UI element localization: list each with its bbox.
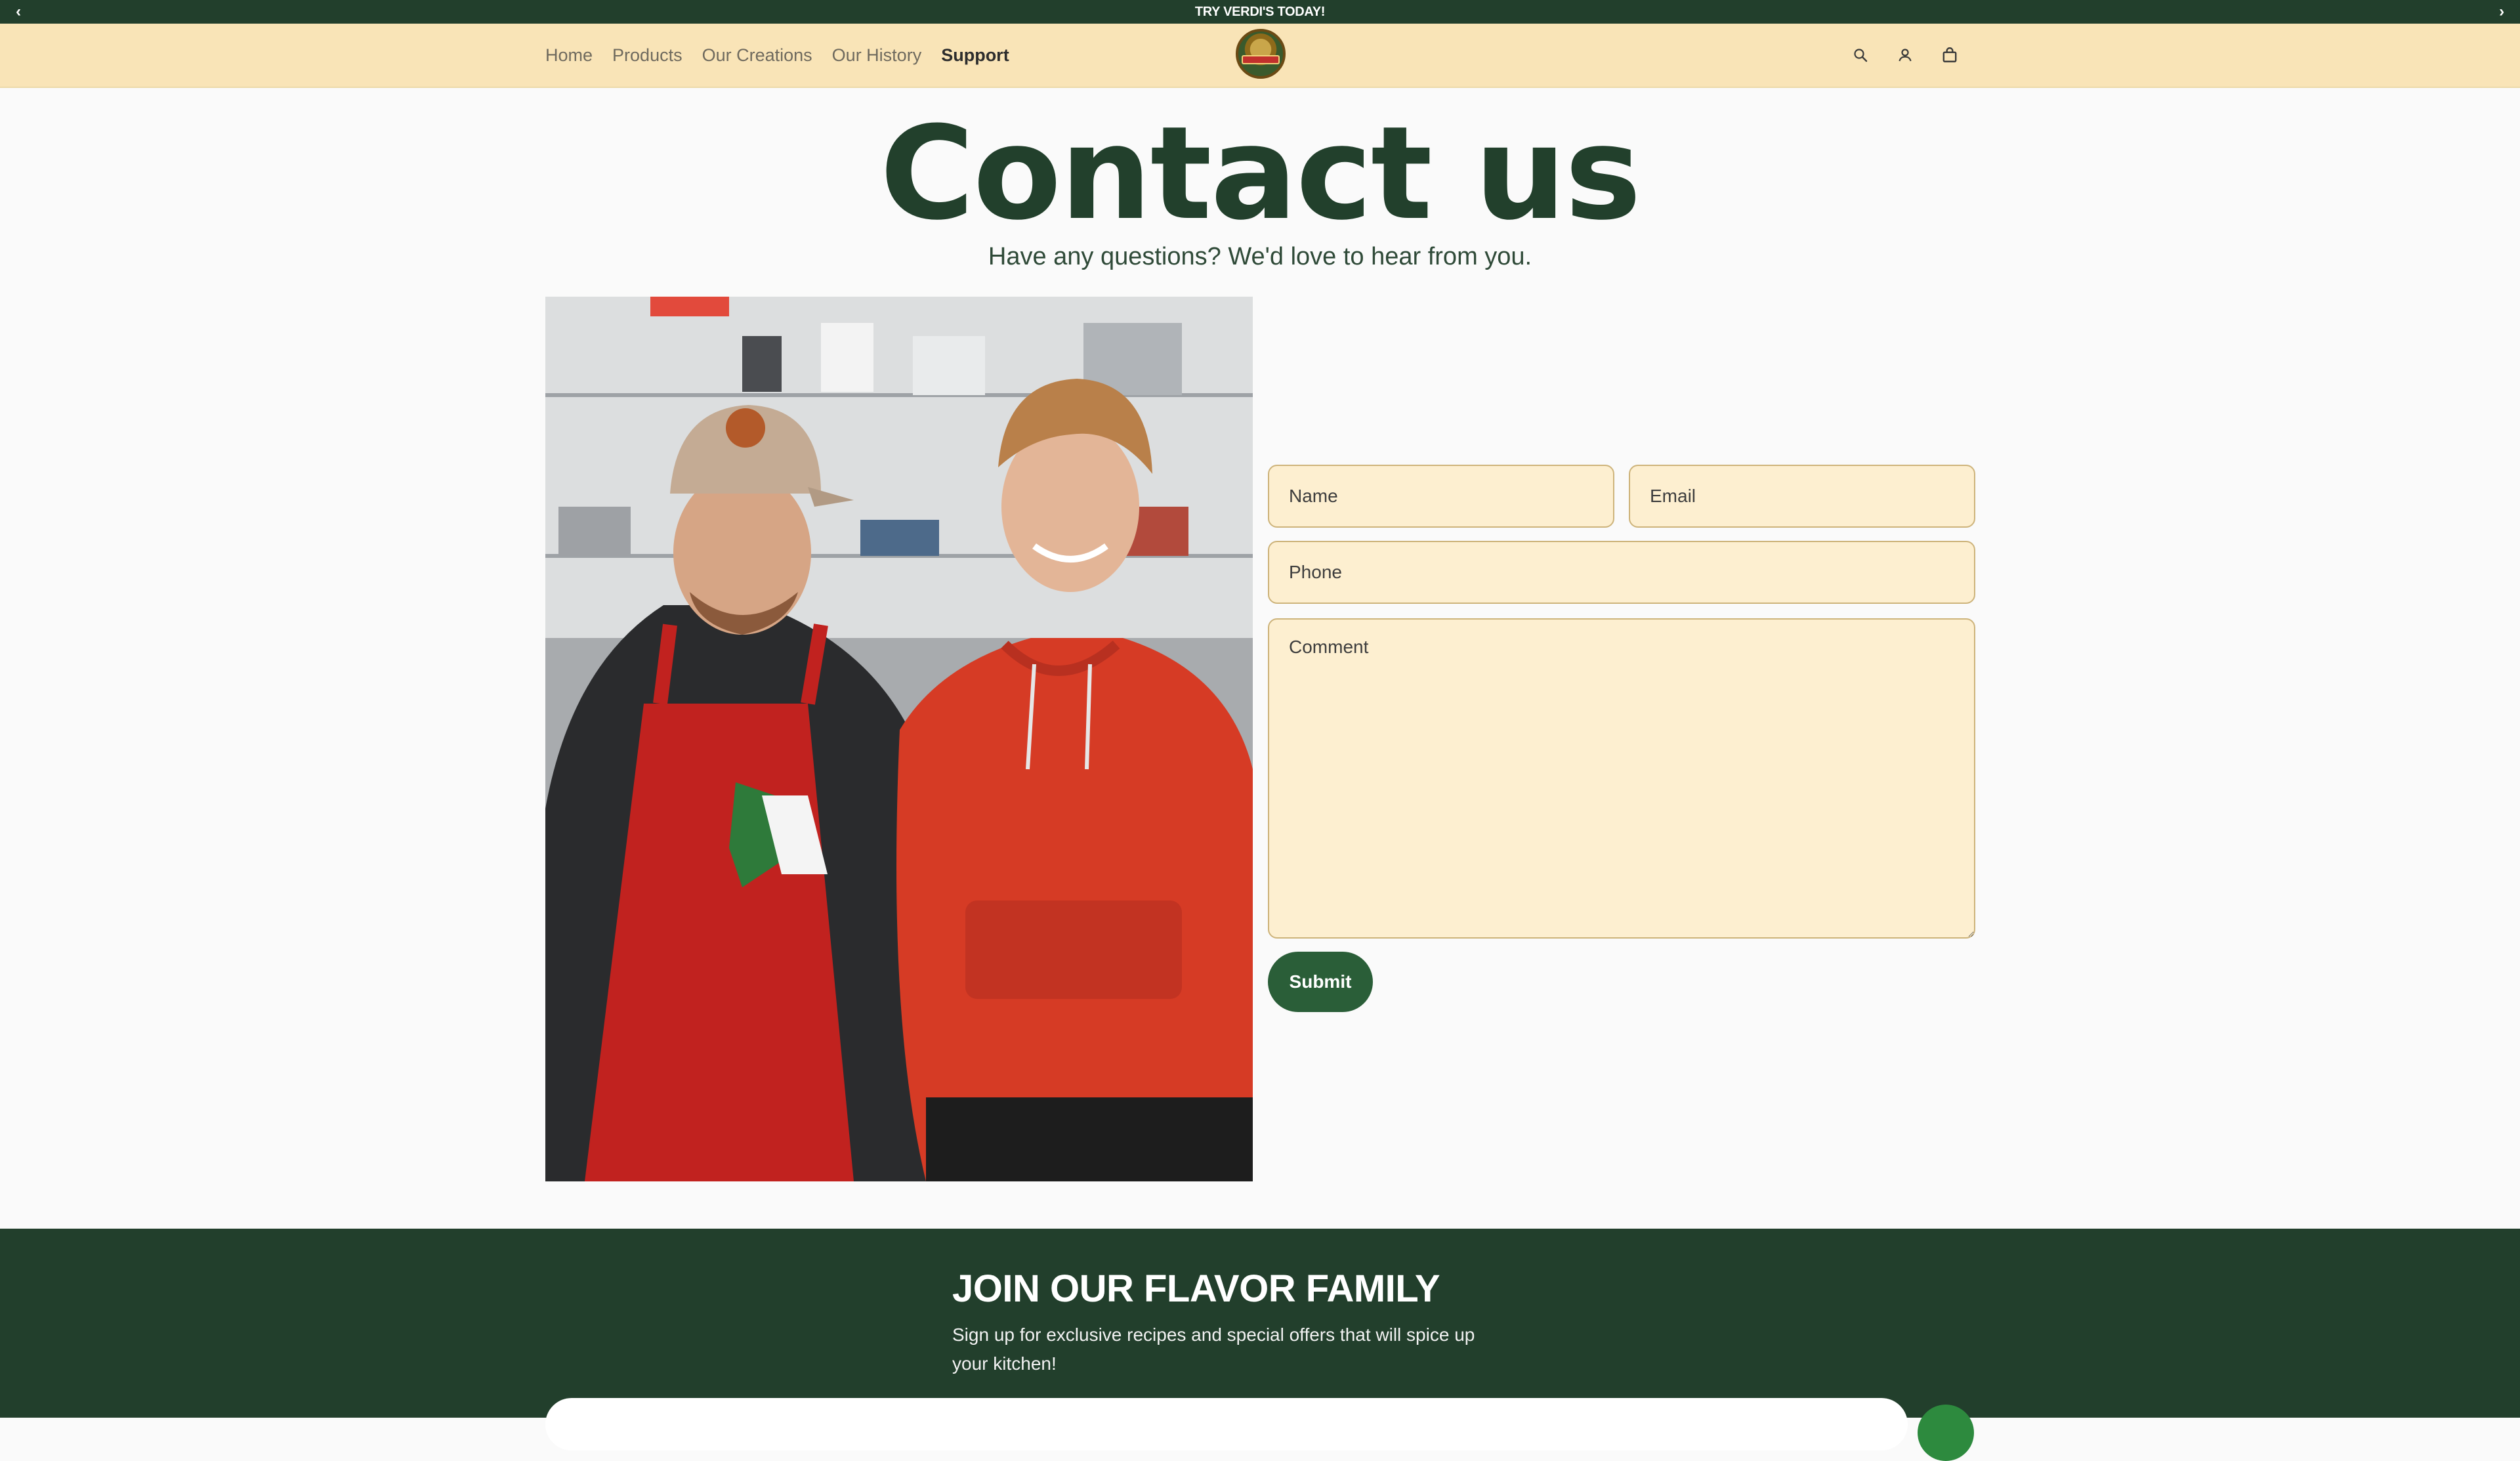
cart-icon[interactable] [1940,45,1960,65]
nav-our-creations[interactable]: Our Creations [702,45,812,66]
page-subtitle: Have any questions? We'd love to hear fr… [988,243,1532,270]
phone-field[interactable] [1268,541,1975,604]
chevron-right-icon[interactable]: › [2488,0,2515,24]
site-header: Home Products Our Creations Our History … [0,24,2520,88]
nav-home[interactable]: Home [545,45,593,66]
name-field[interactable] [1268,465,1614,528]
search-icon[interactable] [1851,45,1870,65]
email-field[interactable] [1629,465,1975,528]
newsletter-heading: JOIN OUR FLAVOR FAMILY [952,1267,1440,1310]
nav-products[interactable]: Products [612,45,682,66]
newsletter-email-input[interactable] [545,1398,1908,1450]
header-icons [1851,24,1960,87]
announcement-bar: ‹ TRY VERDI'S TODAY! › [0,0,2520,24]
page-title: Contact us [879,99,1641,249]
newsletter-submit-button[interactable] [1918,1405,1974,1461]
staff-photo-illustration [545,297,1253,1181]
nav-support[interactable]: Support [941,45,1009,66]
nav-our-history[interactable]: Our History [832,45,922,66]
main-nav: Home Products Our Creations Our History … [545,24,1009,87]
newsletter-text: Sign up for exclusive recipes and specia… [952,1324,1475,1374]
logo-banner [1242,55,1280,64]
submit-button[interactable]: Submit [1268,952,1373,1012]
newsletter-section: JOIN OUR FLAVOR FAMILY Sign up for exclu… [0,1229,2520,1461]
chevron-left-icon[interactable]: ‹ [5,0,32,24]
comment-field[interactable] [1268,618,1975,939]
staff-photo [545,297,1253,1181]
announcement-text: TRY VERDI'S TODAY! [1194,4,1326,19]
site-logo[interactable] [1236,29,1286,79]
account-icon[interactable] [1895,45,1915,65]
